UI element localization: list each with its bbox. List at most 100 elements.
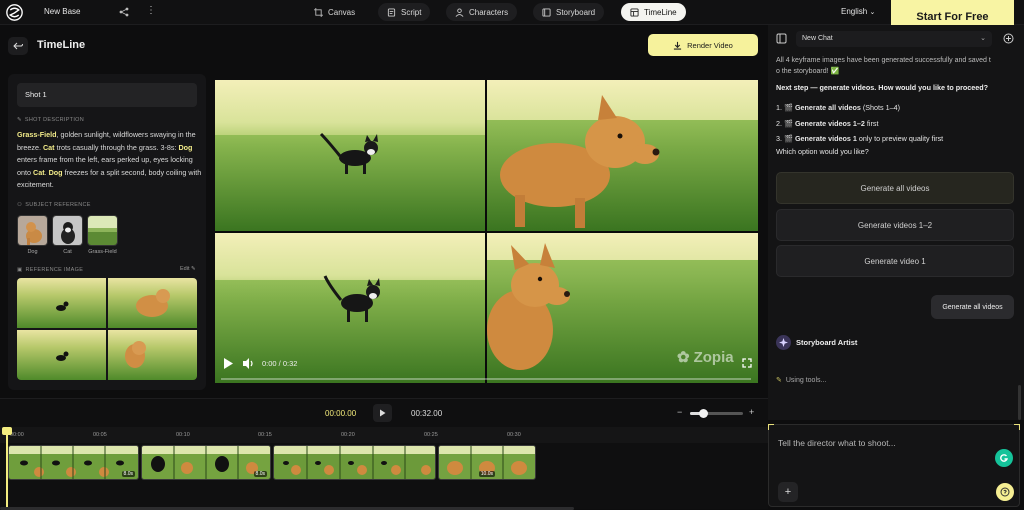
- shot-title[interactable]: Shot 1: [17, 83, 197, 107]
- video-preview[interactable]: [215, 80, 758, 383]
- back-button[interactable]: [8, 37, 28, 55]
- reference-image-heading: ▣ REFERENCE IMAGE: [17, 267, 84, 273]
- zoom-out-button[interactable]: −: [677, 407, 682, 417]
- subject-cat[interactable]: Cat: [52, 215, 83, 255]
- chat-session-select[interactable]: New Chat ⌄: [796, 31, 992, 47]
- shot-panel: Shot 1 ✎ SHOT DESCRIPTION Grass-Field, go…: [8, 74, 206, 390]
- tab-script[interactable]: Script: [378, 3, 431, 21]
- clip-duration: 10.0s: [478, 471, 495, 477]
- more-options-icon[interactable]: ⋮: [146, 6, 156, 16]
- director-input[interactable]: Tell the director what to shoot... +: [768, 424, 1020, 507]
- timeline-play-button[interactable]: [373, 404, 392, 422]
- timeline-clip[interactable]: 8.0s: [8, 445, 139, 480]
- option-list: 1. 🎬 Generate all videos (Shots 1–4) 2. …: [776, 100, 943, 147]
- shot-description-heading: ✎ SHOT DESCRIPTION: [17, 117, 85, 123]
- render-video-label: Render Video: [687, 40, 733, 50]
- top-bar: New Base ⋮ Canvas Script Characters Stor…: [0, 0, 1024, 25]
- timeline-clip[interactable]: [273, 445, 436, 480]
- timeline-clip[interactable]: 8.0s: [141, 445, 271, 480]
- ruler-tick: 00:30: [507, 432, 521, 438]
- attach-button[interactable]: +: [778, 482, 798, 502]
- edit-icon: ✎: [191, 266, 196, 272]
- volume-icon[interactable]: [242, 357, 255, 370]
- subject-dog-label: Dog: [27, 249, 38, 255]
- total-time: 00:32.00: [411, 409, 443, 418]
- fullscreen-icon[interactable]: [742, 358, 752, 368]
- page-title: TimeLine: [37, 39, 86, 51]
- chevron-down-icon: ⌄: [869, 9, 876, 16]
- tab-timeline[interactable]: TimeLine: [621, 3, 686, 21]
- generate-videos-1-2-button[interactable]: Generate videos 1–2: [776, 209, 1014, 241]
- generate-all-videos-button[interactable]: Generate all videos: [776, 172, 1014, 204]
- help-button[interactable]: [996, 483, 1014, 501]
- generate-video-1-button[interactable]: Generate video 1: [776, 245, 1014, 277]
- reference-image-grid[interactable]: [17, 278, 197, 380]
- shot-description[interactable]: Grass-Field, golden sunlight, wildflower…: [17, 129, 203, 192]
- subject-grass-field[interactable]: Grass-Field: [87, 215, 118, 255]
- render-video-button[interactable]: Render Video: [648, 34, 758, 56]
- play-icon[interactable]: [223, 357, 234, 370]
- zoom-slider[interactable]: [690, 409, 743, 418]
- agent-header: Storyboard Artist: [776, 335, 857, 350]
- timeline-clip[interactable]: 10.0s: [438, 445, 536, 480]
- clapper-icon: 🎬: [784, 118, 793, 128]
- person-icon: [455, 7, 464, 17]
- subject-grass-field-label: Grass-Field: [88, 249, 117, 255]
- agent-status: ✎ Using tools...: [776, 376, 827, 385]
- crop-icon: [314, 7, 323, 17]
- focus-corner: [768, 424, 774, 430]
- pen-icon: ✎: [17, 117, 22, 123]
- edit-reference-button[interactable]: Edit ✎: [180, 266, 196, 272]
- storyboard-icon: [542, 7, 551, 17]
- language-select[interactable]: English ⌄: [841, 7, 875, 16]
- option-item: 1. 🎬 Generate all videos (Shots 1–4): [776, 103, 901, 112]
- tab-storyboard[interactable]: Storyboard: [533, 3, 605, 21]
- script-icon: [387, 7, 396, 17]
- clip-duration: 8.0s: [253, 471, 267, 477]
- tool-icon: ✎: [776, 377, 782, 384]
- plus-icon: +: [784, 486, 792, 498]
- play-icon: [380, 409, 386, 417]
- language-label: English: [841, 7, 868, 16]
- base-name[interactable]: New Base: [44, 7, 80, 16]
- assistant-message-previous: All 4 keyframe images have been generate…: [776, 57, 991, 75]
- time-ruler[interactable]: 00:00 00:05 00:10 00:15 00:20 00:25 00:3…: [0, 427, 768, 443]
- question-text: Which option would you like?: [776, 147, 869, 156]
- zoom-handle[interactable]: [698, 409, 708, 418]
- focus-corner: [1014, 424, 1020, 430]
- ruler-tick: 00:20: [341, 432, 355, 438]
- new-chat-icon[interactable]: [1003, 33, 1014, 44]
- app-logo-icon[interactable]: [6, 4, 23, 21]
- watermark-logo-icon: ✿: [677, 349, 690, 366]
- clapper-icon: 🎬: [784, 134, 793, 143]
- agent-name: Storyboard Artist: [796, 338, 858, 347]
- playhead[interactable]: [2, 427, 12, 507]
- input-placeholder: Tell the director what to shoot...: [778, 438, 896, 448]
- cat-thumbnail: [52, 215, 83, 246]
- chevron-down-icon: ⌄: [980, 35, 986, 42]
- chat-session-label: New Chat: [802, 35, 833, 42]
- clapper-icon: 🎬: [784, 103, 793, 112]
- timeline-panel: 00:00.00 00:32.00 − + 00:00 00:05 00:10 …: [0, 398, 768, 510]
- tab-timeline-label: TimeLine: [644, 7, 677, 17]
- tab-characters[interactable]: Characters: [446, 3, 518, 21]
- video-progress-bar[interactable]: [221, 378, 751, 380]
- zoom-in-button[interactable]: +: [749, 407, 754, 417]
- ruler-tick: 00:15: [258, 432, 272, 438]
- tab-characters-label: Characters: [469, 7, 509, 17]
- share-icon[interactable]: [119, 7, 129, 17]
- subject-dog[interactable]: Dog: [17, 215, 48, 255]
- ruler-tick: 00:25: [424, 432, 438, 438]
- clip-duration: 8.0s: [121, 471, 135, 477]
- ruler-tick: 00:00: [10, 432, 24, 438]
- grammarly-icon[interactable]: [995, 449, 1013, 467]
- chat-scrollbar[interactable]: [1018, 385, 1021, 420]
- tab-canvas[interactable]: Canvas: [305, 3, 364, 21]
- tab-canvas-label: Canvas: [328, 7, 356, 17]
- current-time: 00:00.00: [325, 409, 357, 418]
- timeline-icon: [630, 7, 639, 17]
- option-item: 2. 🎬 Generate videos 1–2 first: [776, 118, 879, 128]
- watermark: ✿ Zopia: [677, 348, 734, 367]
- sidebar-toggle-icon[interactable]: [776, 33, 787, 44]
- video-controls: 0:00 / 0:32 ✿ Zopia: [215, 349, 758, 383]
